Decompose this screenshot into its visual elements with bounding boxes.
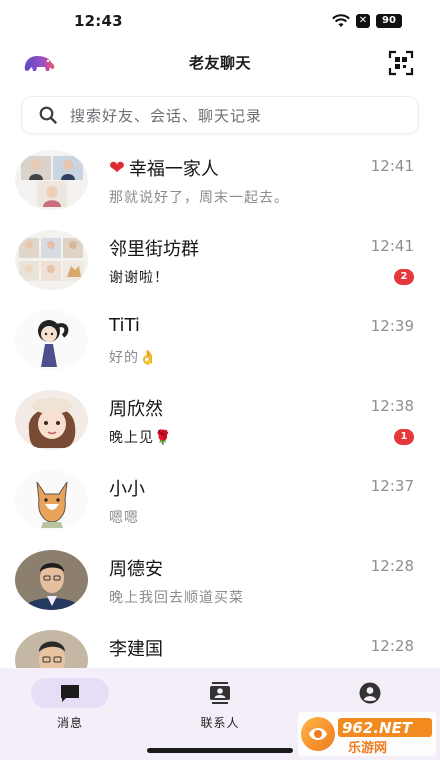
tab-contacts[interactable]: 联系人	[175, 678, 265, 738]
chat-preview: 晚上见🌹	[109, 430, 173, 446]
avatar	[15, 150, 88, 210]
chat-name: 邻里街坊群	[109, 239, 199, 260]
chat-name: 周欣然	[109, 399, 163, 420]
tab-label: 消息	[56, 716, 83, 730]
chat-item-family[interactable]: ❤ 幸福一家人 12:41 那就说好了，周末一起去。	[0, 140, 440, 220]
avatar	[15, 550, 88, 610]
svg-text:962.NET: 962.NET	[342, 719, 414, 737]
avatar	[15, 390, 88, 450]
avatar	[15, 310, 88, 370]
heart-icon: ❤	[109, 156, 125, 179]
site-watermark-logo: 962.NET 乐游网	[298, 712, 436, 756]
chat-preview: 晚上我回去顺道买菜	[109, 590, 244, 606]
status-time: 12:43	[74, 12, 123, 30]
search-icon	[39, 106, 57, 124]
chat-item-lijianguo[interactable]: 李建国 12:28	[0, 620, 440, 668]
avatar	[15, 470, 88, 530]
app-title: 老友聊天	[188, 54, 251, 72]
chat-name: 李建国	[109, 639, 163, 660]
chat-list: ❤ 幸福一家人 12:41 那就说好了，周末一起去。 邻里街坊群 12:41 谢…	[0, 140, 440, 668]
search-placeholder: 搜索好友、会话、聊天记录	[70, 106, 263, 125]
chat-preview: 谢谢啦！	[109, 270, 169, 286]
chat-name: 周德安	[109, 559, 163, 580]
chat-time: 12:28	[370, 557, 414, 575]
app-header: 老友聊天	[0, 42, 440, 86]
svg-text:乐游网: 乐游网	[348, 740, 387, 756]
chat-item-neighbors[interactable]: 邻里街坊群 12:41 谢谢啦！ 2	[0, 220, 440, 300]
chat-preview: 好的👌	[109, 350, 158, 366]
chat-time: 12:39	[370, 317, 414, 335]
chat-preview: 那就说好了，周末一起去。	[109, 190, 289, 206]
avatar	[15, 230, 88, 290]
chat-time: 12:37	[370, 477, 414, 495]
chat-time: 12:41	[370, 157, 414, 175]
unread-badge: 1	[394, 429, 414, 445]
qr-scan-icon[interactable]	[388, 50, 414, 76]
search-input[interactable]: 搜索好友、会话、聊天记录	[22, 97, 418, 133]
tab-label: 联系人	[200, 716, 240, 730]
chat-name: 小小	[109, 479, 145, 500]
profile-icon	[359, 682, 381, 704]
chat-item-xiaoxiao[interactable]: 小小 12:37 嗯嗯	[0, 460, 440, 540]
chat-name: ❤ 幸福一家人	[109, 156, 219, 180]
sim-off-icon: ✕	[356, 14, 370, 28]
chat-time: 12:41	[370, 237, 414, 255]
chat-name: TiTi	[109, 315, 140, 336]
chat-time: 12:28	[370, 637, 414, 655]
chat-item-titi[interactable]: TiTi 12:39 好的👌	[0, 300, 440, 380]
status-icons: ✕ 90	[332, 14, 402, 28]
unread-badge: 2	[394, 269, 414, 285]
wifi-icon	[332, 14, 350, 27]
chat-item-zhouxinran[interactable]: 周欣然 12:38 晚上见🌹 1	[0, 380, 440, 460]
home-indicator[interactable]	[147, 748, 293, 753]
status-bar: 12:43 ✕ 90	[0, 0, 440, 42]
battery-indicator: 90	[376, 14, 402, 28]
chat-preview: 嗯嗯	[109, 510, 139, 526]
message-icon	[61, 685, 79, 702]
chat-item-zhoudean[interactable]: 周德安 12:28 晚上我回去顺道买菜	[0, 540, 440, 620]
avatar	[15, 630, 88, 668]
tab-messages[interactable]: 消息	[25, 678, 115, 738]
contacts-icon	[210, 682, 230, 704]
chat-time: 12:38	[370, 397, 414, 415]
